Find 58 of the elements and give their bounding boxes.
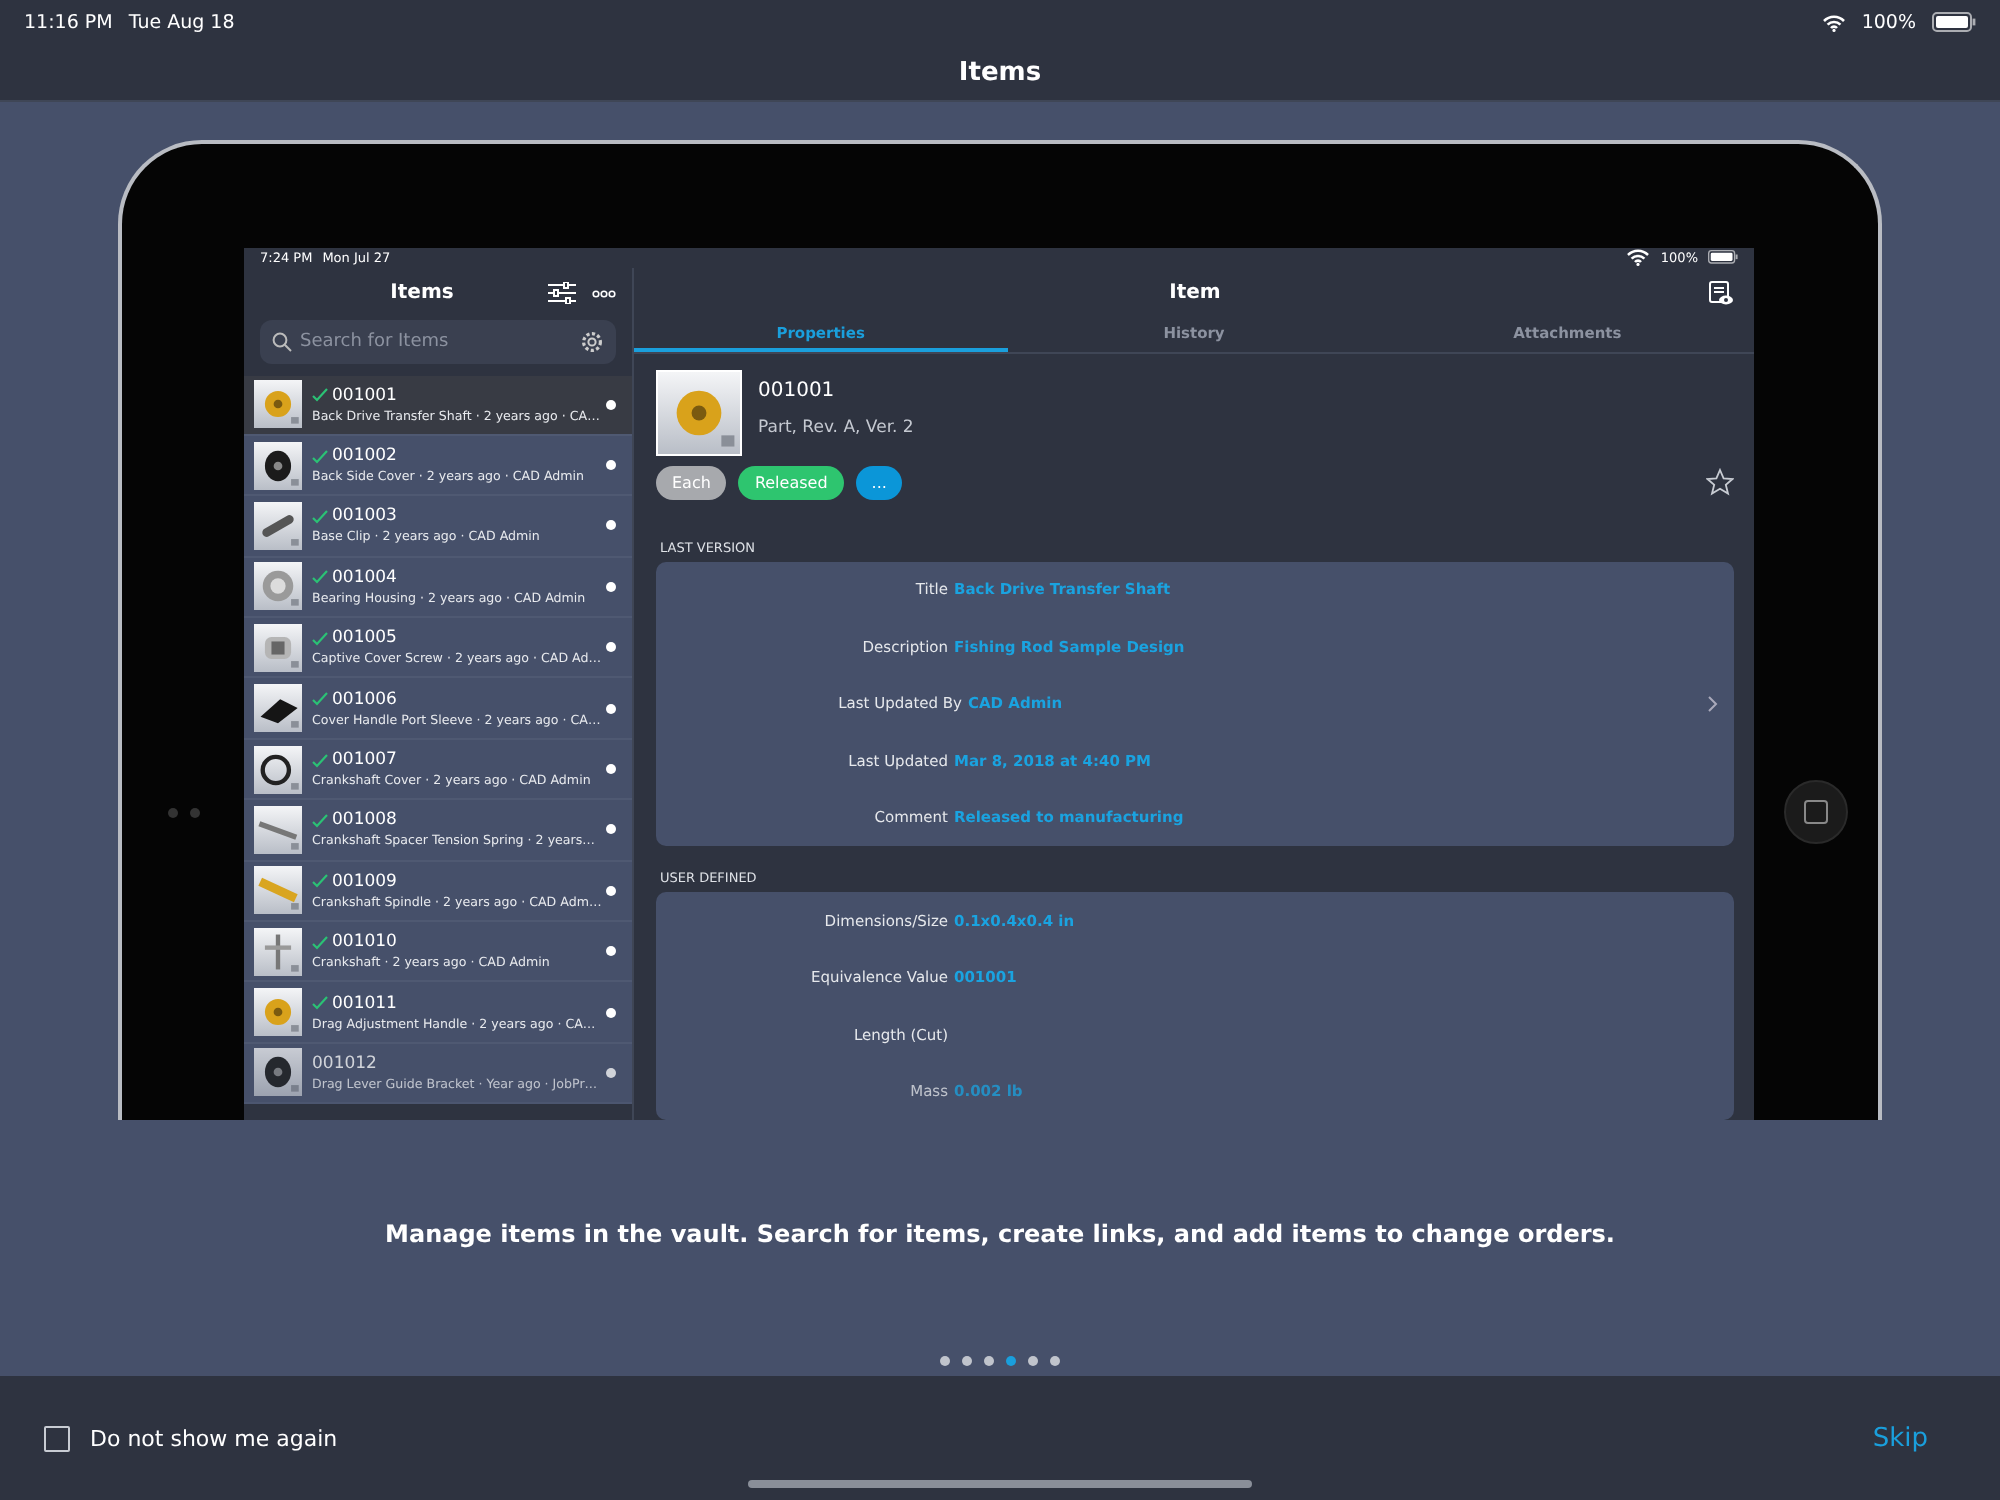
item-number: 001002: [332, 446, 397, 467]
status-time: 11:16 PM: [24, 11, 113, 33]
page-dot[interactable]: [984, 1356, 994, 1366]
status-dot-icon: [606, 581, 616, 592]
status-dot-icon: [606, 824, 616, 835]
status-dot-icon: [606, 399, 616, 410]
wifi-icon: [1626, 248, 1651, 267]
more-icon[interactable]: [592, 289, 616, 297]
page-dot[interactable]: [1028, 1356, 1038, 1366]
star-icon[interactable]: [1706, 468, 1734, 496]
battery-icon: [1932, 12, 1976, 32]
item-number: 001011: [332, 993, 397, 1014]
status-dot-icon: [606, 642, 616, 653]
page-dot[interactable]: [940, 1356, 950, 1366]
wifi-icon: [1821, 13, 1846, 31]
search-field[interactable]: Search for Items: [300, 331, 572, 351]
home-button[interactable]: [1784, 780, 1848, 844]
status-dot-icon: [606, 703, 616, 714]
status-dot-icon: [606, 885, 616, 896]
page-dot[interactable]: [1050, 1356, 1060, 1366]
settings-icon[interactable]: [580, 329, 604, 353]
search-icon: [272, 331, 292, 351]
camera-icon: [167, 807, 177, 817]
checkbox[interactable]: [44, 1425, 70, 1451]
status-dot-icon: [606, 520, 616, 531]
item-number: 001003: [332, 506, 397, 527]
item-number: 001009: [332, 871, 397, 892]
item-number: 001004: [332, 567, 397, 588]
sensor-icon: [189, 807, 199, 817]
battery-level: 100%: [1861, 11, 1916, 33]
page-dot[interactable]: [1006, 1356, 1016, 1366]
item-number: 001012: [312, 1053, 377, 1074]
status-dot-icon: [606, 946, 616, 957]
search-bar[interactable]: Search for Items: [260, 319, 616, 363]
item-number: 001008: [332, 810, 397, 831]
item-number: 001010: [332, 932, 397, 953]
item-number: 001006: [332, 689, 397, 710]
skip-button[interactable]: Skip: [1872, 1423, 1956, 1453]
status-date: Tue Aug 18: [128, 11, 235, 33]
pane-title: Items: [388, 282, 456, 304]
page-dot[interactable]: [962, 1356, 972, 1366]
item-number: 001005: [332, 628, 397, 649]
status-dot-icon: [606, 1007, 616, 1018]
battery-icon: [1708, 250, 1738, 265]
nav-title: Items: [958, 57, 1042, 87]
item-number: 001001: [332, 385, 397, 406]
status-dot-icon: [606, 1067, 616, 1078]
pane-title: Item: [1167, 282, 1223, 304]
status-dot-icon: [606, 460, 616, 471]
status-dot-icon: [606, 764, 616, 775]
item-summary: Part, Rev. A, Ver. 2: [758, 417, 914, 437]
filter-icon[interactable]: [548, 282, 576, 304]
chevron-icon[interactable]: [1708, 695, 1718, 712]
checkbox-label: Do not show me again: [90, 1425, 338, 1451]
caption-text: Manage items in the vault. Search for items, create links, and add items to change orders.: [385, 1220, 1615, 1248]
item-number: 001001: [758, 379, 837, 401]
item-number: 001007: [332, 750, 397, 771]
document-view-icon[interactable]: [1708, 280, 1734, 306]
